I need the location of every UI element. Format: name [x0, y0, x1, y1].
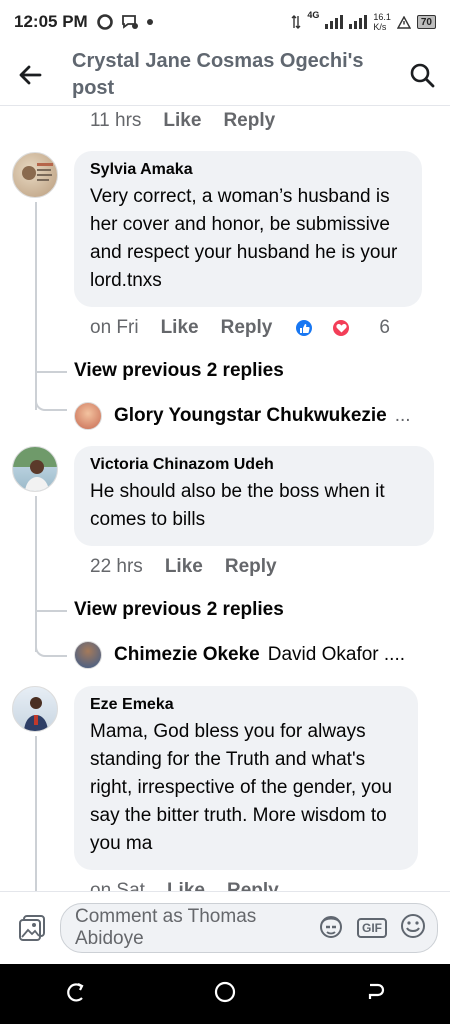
avatar-sticker-icon [320, 915, 342, 938]
comment-time: 11 hrs [90, 110, 142, 131]
comment-time: on Sat [90, 880, 145, 891]
comment-meta-row: on Sat Like Reply [90, 880, 301, 891]
view-previous-replies-link[interactable]: View previous 2 replies [74, 360, 284, 382]
comment-text: He should also be the boss when it comes… [90, 481, 385, 530]
status-bar: 12:05 PM 4G 16.1 K/s 70 [0, 0, 450, 44]
comment-bubble[interactable]: Victoria Chinazom Udeh He should also be… [74, 446, 434, 546]
thread-branch [35, 624, 67, 657]
messenger-settings-icon [121, 15, 138, 29]
add-photo-button[interactable] [12, 913, 52, 943]
comment-input[interactable]: Comment as Thomas Abidoye GIF [60, 903, 438, 953]
comments-list: 11 hrs Like Reply Sylvia Amaka Very corr… [0, 106, 450, 891]
network-speed-unit: K/s [373, 22, 387, 32]
thread-branch [35, 385, 67, 411]
reply-button[interactable]: Reply [225, 556, 277, 578]
like-button[interactable]: Like [161, 317, 199, 339]
gif-button[interactable]: GIF [357, 918, 387, 938]
network-type: 4G [307, 10, 320, 20]
like-button[interactable]: Like [165, 556, 203, 578]
comment-bubble[interactable]: Sylvia Amaka Very correct, a woman’s hus… [74, 151, 422, 307]
comment-meta-row: 11 hrs Like Reply [90, 110, 297, 132]
thread-branch [35, 371, 67, 373]
reply-button[interactable]: Reply [223, 110, 275, 132]
reply-author: Chimezie Okeke [114, 644, 260, 665]
comment-author[interactable]: Eze Emeka [90, 696, 402, 714]
signal-strength-icon [325, 15, 344, 29]
thread-branch [35, 610, 67, 612]
status-time: 12:05 PM [14, 12, 88, 31]
reaction-summary[interactable]: 6 [294, 317, 412, 339]
comment-author[interactable]: Sylvia Amaka [90, 161, 406, 179]
like-reaction-icon [294, 318, 315, 338]
reply-text: ... [394, 405, 411, 426]
comment-bubble[interactable]: Eze Emeka Mama, God bless you for always… [74, 686, 418, 870]
emoji-button[interactable] [399, 912, 427, 945]
comment-author[interactable]: Victoria Chinazom Udeh [90, 456, 418, 474]
avatar [74, 402, 102, 430]
avatar-image [22, 163, 53, 181]
comment-text: Very correct, a woman’s husband is her c… [90, 186, 398, 291]
comment-time: 22 hrs [90, 556, 143, 577]
search-button[interactable] [394, 62, 450, 88]
comment-placeholder: Comment as Thomas Abidoye [75, 906, 257, 949]
like-button[interactable]: Like [163, 110, 201, 132]
back-button[interactable] [0, 65, 60, 85]
comment-meta-row: 22 hrs Like Reply [90, 556, 299, 578]
emoji-icon [401, 913, 425, 938]
notification-o-icon [96, 14, 113, 30]
home-icon [214, 981, 236, 1002]
back-nav-icon [368, 983, 385, 999]
avatar[interactable] [12, 152, 58, 198]
battery-indicator: 70 [416, 15, 436, 29]
comment-text: Mama, God bless you for always standing … [90, 721, 393, 854]
page-title: Crystal Jane Cosmas Ogechi's post [72, 49, 364, 99]
thread-line [35, 202, 37, 410]
arrow-left-icon [19, 65, 42, 84]
reply-button[interactable]: Reply [227, 880, 279, 891]
thread-line [35, 736, 37, 891]
dot-icon [146, 19, 153, 25]
reply-author: Glory Youngstar Chukwukezie [114, 405, 387, 426]
view-previous-replies-link[interactable]: View previous 2 replies [74, 599, 284, 621]
search-icon [410, 63, 435, 87]
avatar-image [13, 447, 57, 491]
reply-text: David Okafor .... [267, 644, 406, 665]
recent-apps-button[interactable] [64, 981, 86, 1008]
like-button[interactable]: Like [167, 880, 205, 891]
reaction-count: 6 [379, 317, 390, 338]
avatar [74, 641, 102, 669]
network-speed-value: 16.1 [373, 12, 391, 22]
photo-icon [19, 915, 45, 941]
avatar-image [24, 697, 48, 731]
data-transfer-icon [291, 15, 301, 29]
reply-preview[interactable]: Chimezie Okeke David Okafor .... [74, 641, 405, 669]
system-navigation-bar [0, 964, 450, 1024]
signal-strength-2-icon [349, 15, 368, 29]
top-app-bar: Crystal Jane Cosmas Ogechi's post [0, 44, 450, 106]
avatar[interactable] [12, 686, 58, 732]
comment-time: on Fri [90, 317, 139, 338]
reply-button[interactable]: Reply [221, 317, 273, 339]
back-nav-button[interactable] [364, 981, 386, 1008]
recent-apps-icon [67, 982, 84, 1002]
avatar[interactable] [12, 446, 58, 492]
love-reaction-icon [331, 318, 352, 338]
home-button[interactable] [214, 981, 236, 1008]
reply-preview[interactable]: Glory Youngstar Chukwukezie ... [74, 402, 411, 430]
warning-icon [396, 15, 411, 29]
comment-composer: Comment as Thomas Abidoye GIF [0, 891, 450, 964]
comment-meta-row: on Fri Like Reply 6 [90, 317, 434, 339]
avatar-sticker-button[interactable] [317, 912, 345, 945]
